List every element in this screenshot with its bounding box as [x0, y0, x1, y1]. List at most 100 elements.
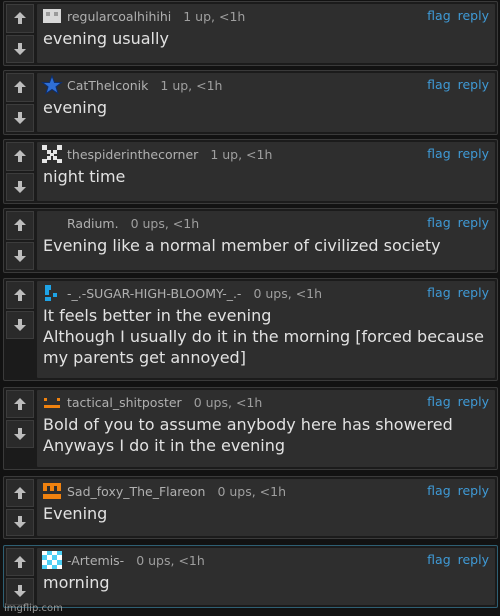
arrow-down-icon	[14, 428, 26, 440]
comment-text: evening	[43, 98, 108, 117]
downvote-button[interactable]	[6, 311, 34, 339]
comment-meta: Sad_foxy_The_Flareon 0 ups, <1h flag repl…	[37, 479, 495, 503]
username-link[interactable]: CatTheIconik	[67, 78, 148, 93]
comment-meta: -_.-SUGAR-HIGH-BLOOMY-_.- 0 ups, <1h fla…	[37, 281, 495, 305]
flag-link[interactable]: flag	[427, 483, 450, 498]
comment-actions: flag reply	[420, 8, 489, 23]
comment-actions: flag reply	[420, 394, 489, 409]
orange-dash-face-icon[interactable]	[41, 392, 63, 412]
comment-body: Sad_foxy_The_Flareon 0 ups, <1h flag repl…	[37, 479, 495, 536]
comment-text: It feels better in the evening Although …	[43, 306, 484, 367]
gray-pixel-icon[interactable]	[41, 6, 63, 26]
vote-column	[6, 548, 34, 605]
arrow-down-icon	[14, 249, 26, 262]
vote-column	[6, 73, 34, 132]
orange-pixel-face-icon[interactable]	[41, 481, 63, 501]
reply-link[interactable]: reply	[458, 77, 489, 92]
watermark: imgflip.com	[4, 603, 63, 614]
username-link[interactable]: Sad_foxy_The_Flareon	[67, 484, 205, 499]
score-text: 1 up, <1h	[160, 77, 223, 93]
comment-body: tactical_shitposter 0 ups, <1h flag reply…	[37, 390, 495, 467]
reply-link[interactable]: reply	[458, 285, 489, 300]
comment-actions: flag reply	[420, 483, 489, 498]
downvote-button[interactable]	[6, 103, 34, 132]
blank-avatar[interactable]	[41, 213, 63, 233]
downvote-button[interactable]	[6, 508, 34, 536]
comment-text: night time	[43, 167, 126, 186]
arrow-up-icon	[14, 12, 26, 25]
flag-link[interactable]: flag	[427, 77, 450, 92]
reply-link[interactable]: reply	[458, 146, 489, 161]
comment-text: Bold of you to assume anybody here has s…	[43, 415, 453, 455]
vote-column	[6, 281, 34, 339]
comment: CatTheIconik 1 up, <1h flag reply evening	[3, 70, 498, 135]
username-link[interactable]: Radium.	[67, 216, 119, 231]
reply-link[interactable]: reply	[458, 394, 489, 409]
flag-link[interactable]: flag	[427, 146, 450, 161]
arrow-down-icon	[14, 585, 26, 598]
blue-star-icon[interactable]	[41, 75, 63, 95]
reply-link[interactable]: reply	[458, 8, 489, 23]
reply-link[interactable]: reply	[458, 483, 489, 498]
score-text: 1 up, <1h	[210, 146, 273, 162]
comment-text: Evening	[43, 504, 108, 523]
comment-body: -Artemis- 0 ups, <1h flag reply morning	[37, 548, 495, 605]
username-link[interactable]: tactical_shitposter	[67, 395, 182, 410]
flag-link[interactable]: flag	[427, 8, 450, 23]
upvote-button[interactable]	[6, 479, 34, 507]
vote-column	[6, 4, 34, 63]
comment-meta: Radium. 0 ups, <1h flag reply	[37, 211, 495, 235]
comment: -Artemis- 0 ups, <1h flag reply morning	[3, 545, 498, 608]
flag-link[interactable]: flag	[427, 394, 450, 409]
comment: thespiderinthecorner 1 up, <1h flag reply…	[3, 139, 498, 204]
comment-text: Evening like a normal member of civilize…	[43, 236, 441, 255]
comment-body: thespiderinthecorner 1 up, <1h flag reply…	[37, 142, 495, 201]
flag-link[interactable]: flag	[427, 552, 450, 567]
comment-meta: CatTheIconik 1 up, <1h flag reply	[37, 73, 495, 97]
comment-meta: tactical_shitposter 0 ups, <1h flag reply	[37, 390, 495, 414]
username-link[interactable]: -_.-SUGAR-HIGH-BLOOMY-_.-	[67, 286, 241, 301]
reply-link[interactable]: reply	[458, 215, 489, 230]
reply-link[interactable]: reply	[458, 552, 489, 567]
upvote-button[interactable]	[6, 142, 34, 171]
upvote-button[interactable]	[6, 390, 34, 418]
comment: regularcoalhihihi 1 up, <1h flag reply ev…	[3, 1, 498, 66]
score-text: 0 ups, <1h	[136, 552, 205, 568]
upvote-button[interactable]	[6, 73, 34, 102]
upvote-button[interactable]	[6, 281, 34, 309]
comment: -_.-SUGAR-HIGH-BLOOMY-_.- 0 ups, <1h fla…	[3, 278, 498, 381]
upvote-button[interactable]	[6, 211, 34, 240]
upvote-button[interactable]	[6, 548, 34, 576]
arrow-up-icon	[14, 398, 26, 410]
flag-link[interactable]: flag	[427, 285, 450, 300]
score-text: 0 ups, <1h	[253, 285, 323, 301]
downvote-button[interactable]	[6, 172, 34, 201]
arrow-down-icon	[14, 42, 26, 55]
arrow-down-icon	[14, 319, 26, 331]
arrow-down-icon	[14, 516, 26, 529]
score-text: 0 ups, <1h	[130, 215, 200, 231]
downvote-button[interactable]	[6, 420, 34, 448]
score-text: 0 ups, <1h	[193, 394, 263, 410]
downvote-button[interactable]	[6, 34, 34, 63]
score-text: 1 up, <1h	[183, 8, 246, 24]
username-link[interactable]: -Artemis-	[67, 553, 124, 568]
score-text: 0 ups, <1h	[217, 483, 287, 499]
comment-meta: regularcoalhihihi 1 up, <1h flag reply	[37, 4, 495, 28]
white-x-pixel-icon[interactable]	[41, 144, 63, 164]
comment-actions: flag reply	[420, 146, 489, 161]
username-link[interactable]: regularcoalhihihi	[67, 9, 171, 24]
vote-column	[6, 479, 34, 536]
arrow-down-icon	[14, 111, 26, 124]
cyan-checker-icon[interactable]	[41, 550, 63, 570]
comment: tactical_shitposter 0 ups, <1h flag reply…	[3, 387, 498, 470]
downvote-button[interactable]	[6, 577, 34, 605]
comment-actions: flag reply	[420, 552, 489, 567]
comment-meta: thespiderinthecorner 1 up, <1h flag reply	[37, 142, 495, 166]
flag-link[interactable]: flag	[427, 215, 450, 230]
vote-column	[6, 142, 34, 201]
blue-pixel-icon[interactable]	[41, 283, 63, 303]
downvote-button[interactable]	[6, 241, 34, 270]
upvote-button[interactable]	[6, 4, 34, 33]
username-link[interactable]: thespiderinthecorner	[67, 147, 198, 162]
